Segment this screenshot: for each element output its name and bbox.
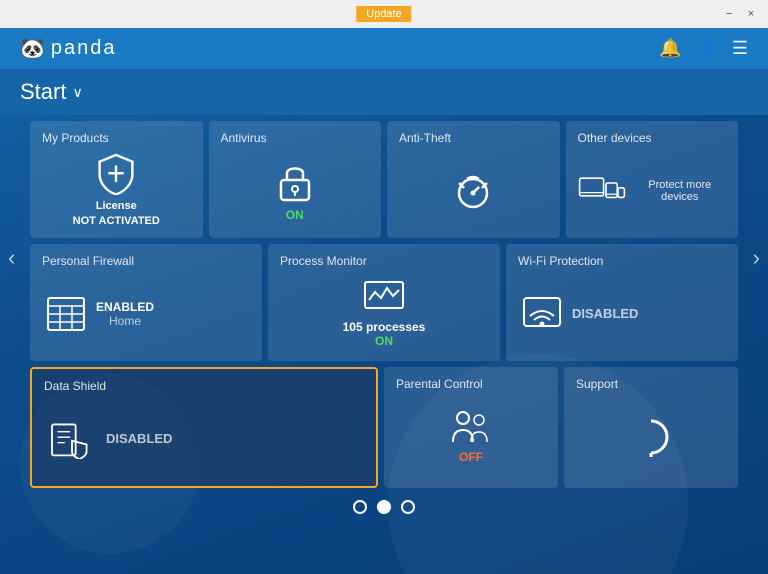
card-title-data-shield: Data Shield [44,379,364,393]
firewall-icon [46,296,86,332]
card-title-support: Support [576,377,726,391]
card-process-monitor[interactable]: Process Monitor 105 processes ON [268,244,500,361]
window-chrome: Update − × [0,0,768,28]
card-other-devices[interactable]: Other devices Protect more devices [566,121,739,238]
pagination [0,500,768,514]
minimize-button[interactable]: − [720,5,738,23]
card-wifi[interactable]: Wi-Fi Protection DISABLED [506,244,738,361]
alarm-icon [451,169,495,213]
dot-2[interactable] [377,500,391,514]
card-title-antivirus: Antivirus [221,131,370,145]
family-icon [449,410,493,446]
card-title-other-devices: Other devices [578,131,727,145]
logo: 🐼 panda [20,36,117,61]
card-antitheft[interactable]: Anti-Theft [387,121,560,238]
support-icon [631,417,671,457]
row-1: My Products License NOT ACTIVATED Antivi… [30,121,738,238]
card-parental[interactable]: Parental Control OFF [384,367,558,488]
panda-icon: 🐼 [20,36,45,61]
user-icon[interactable]: 👤 [695,38,717,59]
close-button[interactable]: × [742,5,760,23]
card-body-my-products: License NOT ACTIVATED [42,153,191,228]
dot-3[interactable] [401,500,415,514]
shield-icon [97,153,135,195]
card-body-support [576,399,726,474]
card-antivirus[interactable]: Antivirus ON [209,121,382,238]
card-title-antitheft: Anti-Theft [399,131,548,145]
card-my-products[interactable]: My Products License NOT ACTIVATED [30,121,203,238]
parental-status: OFF [459,450,483,464]
card-body-parental: OFF [396,399,546,474]
wifi-status: DISABLED [572,306,638,321]
firewall-status-group: ENABLED Home [96,300,154,328]
nav-title-text: Start [20,79,66,105]
card-body-process-monitor: 105 processes ON [280,276,488,351]
card-body-antitheft [399,153,548,228]
prev-arrow[interactable]: ‹ [0,225,23,291]
card-title-my-products: My Products [42,131,191,145]
card-body-wifi: DISABLED [518,276,726,351]
my-products-status: License NOT ACTIVATED [73,199,160,228]
row-2: Personal Firewall ENABLED Home [30,244,738,361]
card-firewall[interactable]: Personal Firewall ENABLED Home [30,244,262,361]
app-container: 🐼 panda 🔔 👤 ☰ Start ∨ ‹ › My Products [0,28,768,574]
nav-title[interactable]: Start ∨ [20,79,83,105]
devices-icon [578,173,626,209]
card-title-process-monitor: Process Monitor [280,254,488,268]
update-button[interactable]: Update [356,6,411,22]
card-title-firewall: Personal Firewall [42,254,250,268]
row-3: Data Shield DISABLED Parental Control [30,367,738,488]
card-body-firewall: ENABLED Home [42,276,250,351]
data-shield-status: DISABLED [106,431,172,446]
card-body-antivirus: ON [221,153,370,228]
bell-icon[interactable]: 🔔 [659,38,681,59]
card-title-parental: Parental Control [396,377,546,391]
nav-arrow: ∨ [72,84,82,101]
process-monitor-status: ON [375,334,393,348]
data-shield-icon [48,419,96,459]
firewall-sublabel: Home [96,314,154,328]
card-body-other-devices: Protect more devices [578,153,727,228]
antivirus-status: ON [286,208,304,222]
monitor-icon [363,280,405,316]
card-data-shield[interactable]: Data Shield DISABLED [30,367,378,488]
nav-bar: Start ∨ [0,69,768,115]
header-icons: 🔔 👤 ☰ [659,38,748,59]
menu-icon[interactable]: ☰ [732,38,748,59]
other-devices-label: Protect more devices [634,179,727,203]
dot-1[interactable] [353,500,367,514]
app-header: 🐼 panda 🔔 👤 ☰ [0,28,768,69]
firewall-label: ENABLED [96,300,154,314]
wifi-icon [522,296,562,332]
process-monitor-label: 105 processes [343,320,426,334]
lock-icon [277,160,313,204]
logo-text: panda [51,37,117,60]
card-body-data-shield: DISABLED [44,401,364,476]
card-support[interactable]: Support [564,367,738,488]
grid-container: My Products License NOT ACTIVATED Antivi… [0,121,768,488]
card-title-wifi: Wi-Fi Protection [518,254,726,268]
next-arrow[interactable]: › [745,225,768,291]
